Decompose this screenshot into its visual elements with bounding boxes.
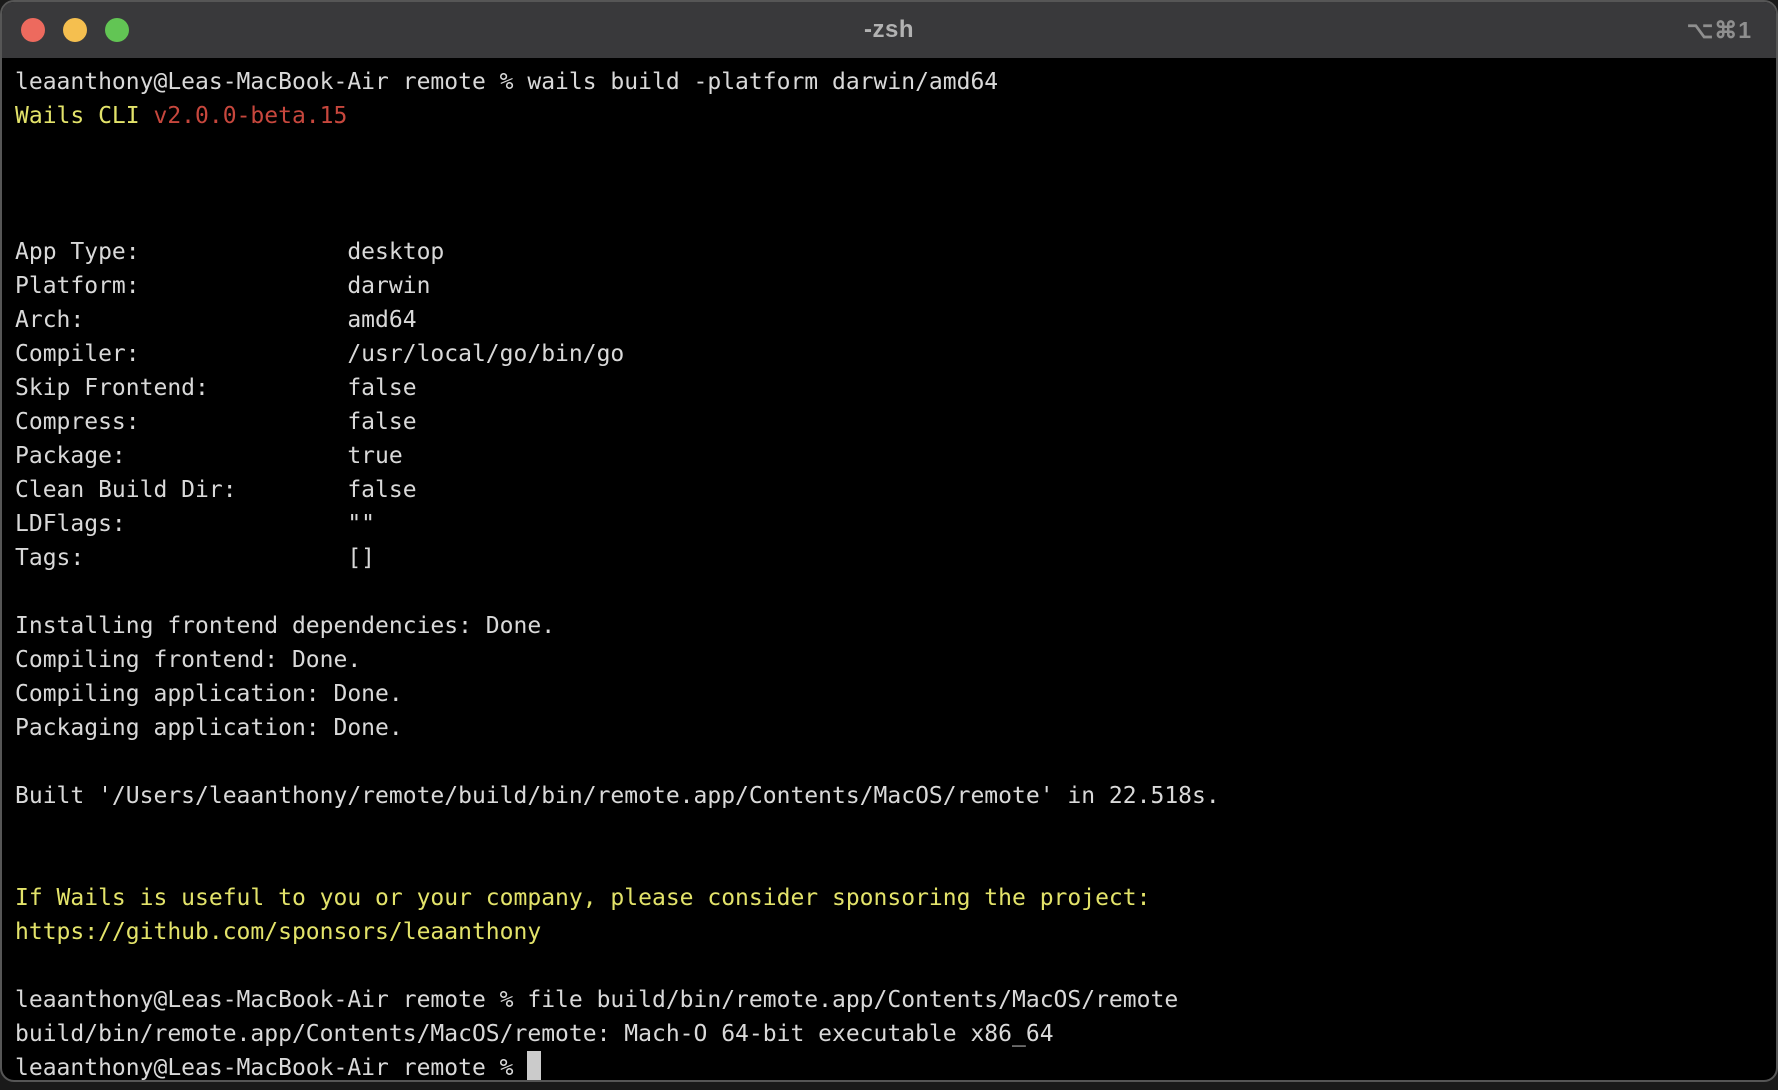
terminal-line: LDFlags: ""	[15, 507, 1766, 541]
terminal-line	[15, 575, 1766, 609]
terminal-line: leaanthony@Leas-MacBook-Air remote % fil…	[15, 983, 1766, 1017]
terminal-line: Wails CLI v2.0.0-beta.15	[15, 99, 1766, 133]
window-titlebar[interactable]: -zsh ⌥⌘1	[2, 2, 1776, 59]
terminal-line	[15, 745, 1766, 779]
terminal-line	[15, 949, 1766, 983]
terminal-line	[15, 813, 1766, 847]
terminal-line: https://github.com/sponsors/leaanthony	[15, 915, 1766, 949]
terminal-cursor	[527, 1051, 541, 1081]
terminal-line: Clean Build Dir: false	[15, 473, 1766, 507]
terminal-line: Compiling application: Done.	[15, 677, 1766, 711]
terminal-line: Compress: false	[15, 405, 1766, 439]
terminal-line: Package: true	[15, 439, 1766, 473]
terminal-line: Compiler: /usr/local/go/bin/go	[15, 337, 1766, 371]
terminal-line	[15, 167, 1766, 201]
terminal-line	[15, 847, 1766, 881]
terminal-line: leaanthony@Leas-MacBook-Air remote %	[15, 1051, 1766, 1082]
terminal-line: Built '/Users/leaanthony/remote/build/bi…	[15, 779, 1766, 813]
terminal-line: If Wails is useful to you or your compan…	[15, 881, 1766, 915]
terminal-line: build/bin/remote.app/Contents/MacOS/remo…	[15, 1017, 1766, 1051]
terminal-line: Compiling frontend: Done.	[15, 643, 1766, 677]
terminal-line: Arch: amd64	[15, 303, 1766, 337]
terminal-line: App Type: desktop	[15, 235, 1766, 269]
terminal-line	[15, 201, 1766, 235]
terminal-line: leaanthony@Leas-MacBook-Air remote % wai…	[15, 65, 1766, 99]
terminal-line: Skip Frontend: false	[15, 371, 1766, 405]
window-title: -zsh	[2, 16, 1776, 44]
tab-shortcut-label: ⌥⌘1	[1687, 17, 1752, 44]
terminal-line	[15, 133, 1766, 167]
terminal-line: Tags: []	[15, 541, 1766, 575]
terminal-window: -zsh ⌥⌘1 leaanthony@Leas-MacBook-Air rem…	[0, 0, 1778, 1082]
terminal-line: Platform: darwin	[15, 269, 1766, 303]
terminal-line: Packaging application: Done.	[15, 711, 1766, 745]
terminal-screen[interactable]: leaanthony@Leas-MacBook-Air remote % wai…	[2, 59, 1776, 1082]
terminal-line: Installing frontend dependencies: Done.	[15, 609, 1766, 643]
